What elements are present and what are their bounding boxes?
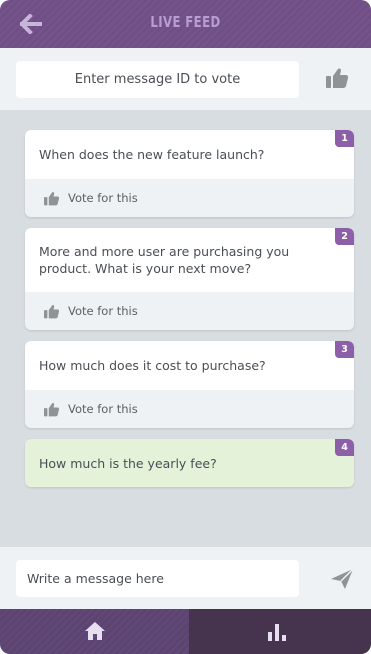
thumbs-up-icon	[44, 191, 60, 205]
message-text: When does the new feature launch?	[25, 130, 354, 179]
thumbs-up-icon	[44, 402, 60, 416]
message-text: More and more user are purchasing you pr…	[25, 228, 354, 292]
arrow-left-icon[interactable]	[20, 14, 42, 34]
message-card: When does the new feature launch? Vote f…	[25, 130, 354, 217]
vote-label: Vote for this	[68, 304, 138, 318]
vote-for-this-button[interactable]: Vote for this	[25, 179, 354, 217]
vote-bar	[0, 48, 371, 110]
message-id-badge: 3	[335, 341, 354, 358]
vote-for-this-button[interactable]: Vote for this	[25, 292, 354, 330]
compose-bar	[0, 547, 371, 609]
vote-for-this-button[interactable]: Vote for this	[25, 390, 354, 428]
message-input[interactable]	[16, 560, 299, 597]
page-title: LIVE FEED	[150, 13, 221, 31]
message-text: How much does it cost to purchase?	[25, 341, 354, 390]
message-id-badge: 4	[335, 439, 354, 456]
message-text: How much is the yearly fee?	[25, 439, 354, 487]
vote-id-input[interactable]	[16, 61, 299, 98]
message-feed: When does the new feature launch? Vote f…	[0, 110, 371, 547]
message-id-badge: 1	[335, 130, 354, 147]
message-card-highlighted: How much is the yearly fee? 4	[25, 439, 354, 487]
thumbs-up-icon[interactable]	[325, 66, 349, 90]
vote-label: Vote for this	[68, 191, 138, 205]
send-icon[interactable]	[330, 568, 354, 590]
message-card: More and more user are purchasing you pr…	[25, 228, 354, 330]
app-screen: LIVE FEED When does the new feature laun…	[0, 0, 371, 654]
home-icon	[85, 622, 105, 640]
bottom-nav	[0, 609, 371, 654]
thumbs-up-icon	[44, 304, 60, 318]
vote-label: Vote for this	[68, 402, 138, 416]
message-card: How much does it cost to purchase? Vote …	[25, 341, 354, 428]
bar-chart-icon	[268, 624, 286, 641]
nav-home-tab[interactable]	[0, 609, 189, 654]
header-bar: LIVE FEED	[0, 0, 371, 48]
message-id-badge: 2	[335, 228, 354, 245]
nav-stats-tab[interactable]	[189, 609, 371, 654]
